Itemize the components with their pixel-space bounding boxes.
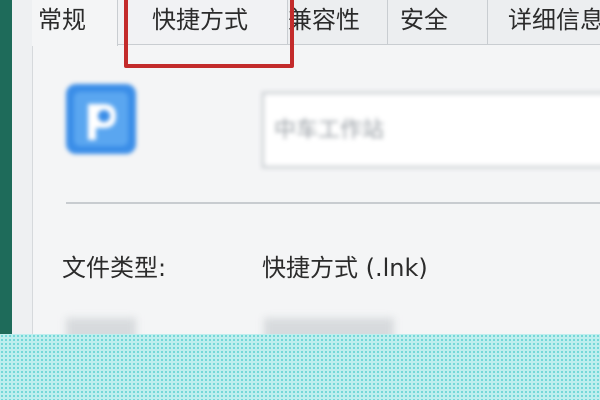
tab-general[interactable]: 常规	[32, 0, 118, 46]
app-icon	[64, 82, 138, 156]
tab-security[interactable]: 安全	[388, 0, 488, 44]
properties-dialog: 常规 快捷方式 兼容性 安全 详细信息 中车工作站 文件类型: 快捷方式 (.l…	[0, 0, 600, 400]
file-type-value: 快捷方式 (.lnk)	[262, 254, 428, 282]
tab-bar: 常规 快捷方式 兼容性 安全 详细信息	[32, 0, 600, 46]
tab-highlight-annotation	[124, 0, 294, 68]
tab-details[interactable]: 详细信息	[502, 0, 600, 44]
divider	[66, 202, 600, 204]
shortcut-name-input[interactable]: 中车工作站	[262, 92, 600, 168]
dotted-overlay	[0, 334, 600, 400]
file-type-label: 文件类型:	[62, 254, 167, 282]
tab-compatibility[interactable]: 兼容性	[288, 0, 388, 44]
